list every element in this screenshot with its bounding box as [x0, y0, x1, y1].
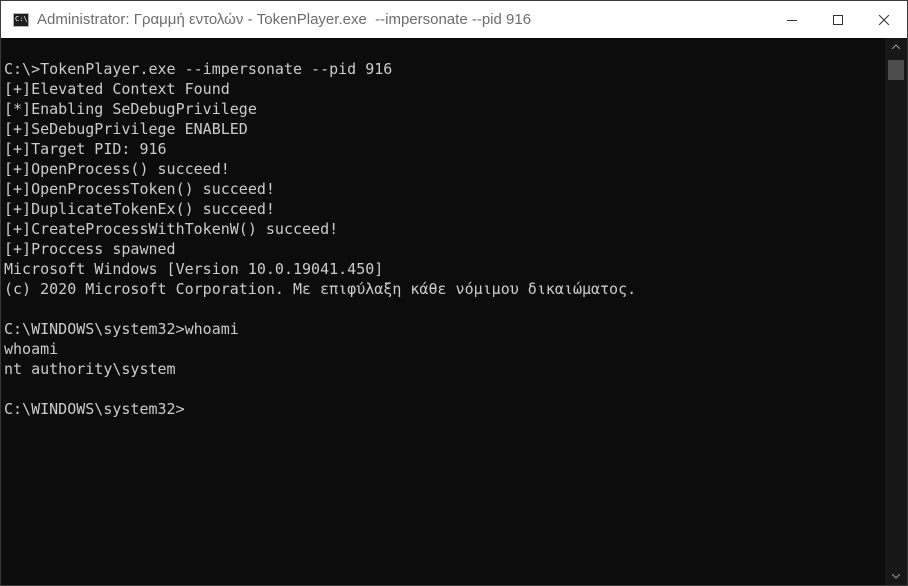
chevron-down-icon [892, 574, 900, 579]
window-title: Administrator: Γραμμή εντολών - TokenPla… [37, 11, 532, 28]
cmd-icon-text: C:\ [15, 14, 28, 23]
scroll-down-button[interactable] [885, 568, 907, 585]
console-line: [+]OpenProcess() succeed! [4, 160, 230, 178]
console-line: [+]Target PID: 916 [4, 140, 167, 158]
chevron-up-icon [892, 44, 900, 49]
vertical-scrollbar[interactable] [885, 38, 907, 585]
cmd-window: C:\ Administrator: Γραμμή εντολών - Toke… [0, 0, 908, 586]
console-text: C:\>TokenPlayer.exe --impersonate --pid … [1, 38, 885, 419]
console-output[interactable]: C:\>TokenPlayer.exe --impersonate --pid … [1, 38, 885, 585]
title-bar[interactable]: C:\ Administrator: Γραμμή εντολών - Toke… [1, 1, 907, 38]
cmd-icon[interactable]: C:\ [13, 12, 29, 27]
console-line: whoami [4, 340, 59, 358]
console-prompt[interactable]: C:\WINDOWS\system32> [4, 399, 885, 419]
console-line: [+]DuplicateTokenEx() succeed! [4, 200, 275, 218]
window-controls [769, 1, 907, 38]
maximize-icon [833, 14, 843, 25]
close-button[interactable] [861, 1, 907, 38]
console-line: Microsoft Windows [Version 10.0.19041.45… [4, 260, 384, 278]
console-line: [+]OpenProcessToken() succeed! [4, 180, 275, 198]
console-line: nt authority\system [4, 360, 176, 378]
maximize-button[interactable] [815, 1, 861, 38]
minimize-button[interactable] [769, 1, 815, 38]
close-icon [879, 14, 889, 25]
console-line: C:\WINDOWS\system32>whoami [4, 320, 239, 338]
console-line: [*]Enabling SeDebugPrivilege [4, 100, 257, 118]
console-line: C:\>TokenPlayer.exe --impersonate --pid … [4, 60, 393, 78]
scroll-up-button[interactable] [885, 38, 907, 55]
console-line: [+]CreateProcessWithTokenW() succeed! [4, 220, 339, 238]
scrollbar-thumb[interactable] [888, 60, 904, 80]
console-line: [+]Proccess spawned [4, 240, 176, 258]
console-line: [+]SeDebugPrivilege ENABLED [4, 120, 248, 138]
console-line: (c) 2020 Microsoft Corporation. Με επιφύ… [4, 280, 637, 298]
minimize-icon [787, 19, 797, 21]
console-line: [+]Elevated Context Found [4, 80, 230, 98]
